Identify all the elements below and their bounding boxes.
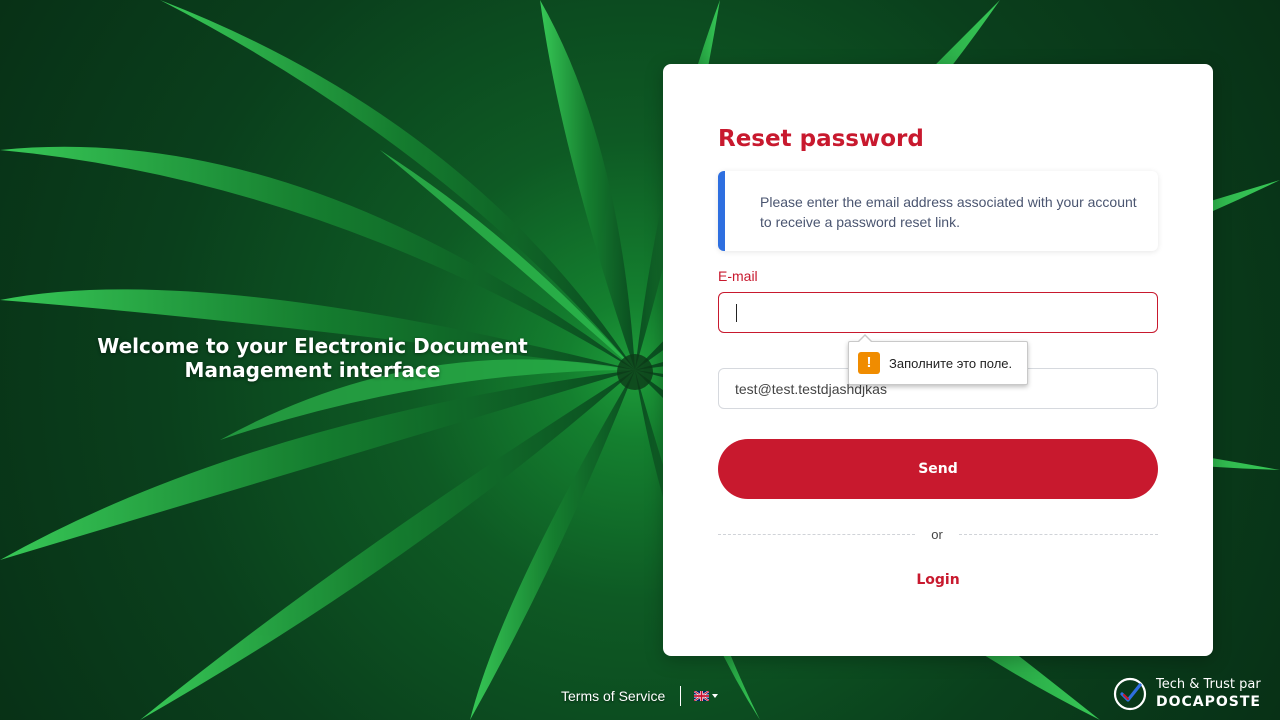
login-link[interactable]: Login <box>888 572 988 588</box>
info-callout: Please enter the email address associate… <box>718 171 1158 251</box>
send-button[interactable]: Send <box>718 439 1158 499</box>
page-title: Reset password <box>718 126 924 152</box>
docaposte-brand: Tech & Trust par DOCAPOSTE <box>1113 676 1261 712</box>
email-label: E-mail <box>718 268 758 284</box>
welcome-line-2: Management interface <box>184 358 441 382</box>
reset-password-card: Reset password Please enter the email ad… <box>663 64 1213 656</box>
text-caret <box>736 304 737 322</box>
terms-of-service-link[interactable]: Terms of Service <box>561 688 665 704</box>
chevron-down-icon <box>712 694 718 698</box>
validation-message: Заполните это поле. <box>889 356 1013 371</box>
email-field[interactable] <box>718 292 1158 333</box>
brand-name: DOCAPOSTE <box>1156 694 1261 710</box>
divider-left <box>718 534 915 535</box>
validation-tooltip: ! Заполните это поле. <box>848 334 1028 385</box>
welcome-line-1: Welcome to your Electronic Document <box>97 334 528 358</box>
language-selector[interactable] <box>694 690 718 702</box>
info-text: Please enter the email address associate… <box>760 194 1137 230</box>
or-separator: or <box>931 527 943 542</box>
warning-icon: ! <box>858 352 880 374</box>
welcome-heading: Welcome to your Electronic Document Mana… <box>40 334 585 382</box>
divider-right <box>959 534 1158 535</box>
uk-flag-icon <box>694 691 709 701</box>
docaposte-logo-icon <box>1113 677 1147 711</box>
footer-separator <box>680 686 681 706</box>
brand-tagline: Tech & Trust par <box>1156 677 1261 692</box>
